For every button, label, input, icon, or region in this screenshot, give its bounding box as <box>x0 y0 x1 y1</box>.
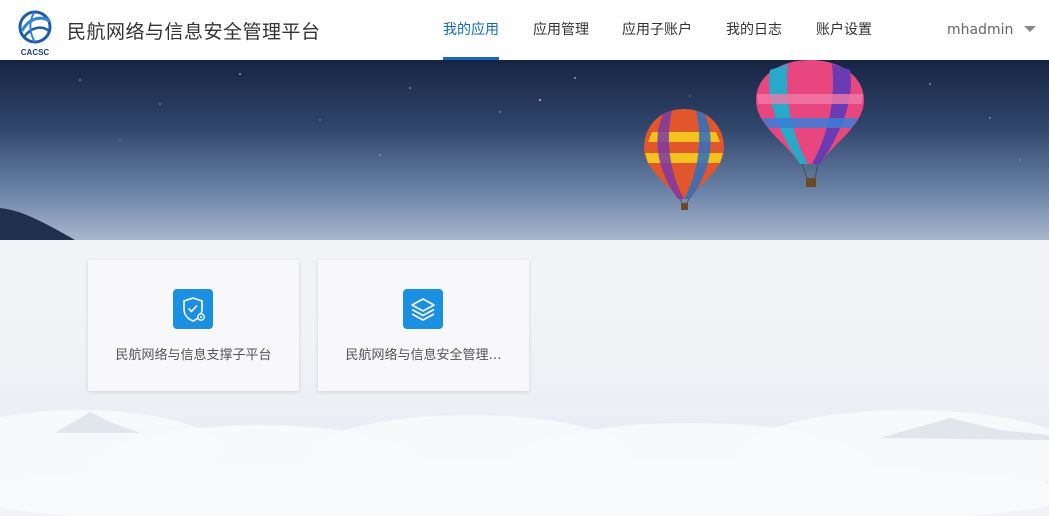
nav-app-management-label: 应用管理 <box>533 22 589 38</box>
hot-air-balloon-small <box>644 109 724 210</box>
nav-app-management[interactable]: 应用管理 <box>533 0 589 60</box>
nav-my-apps[interactable]: 我的应用 <box>443 0 499 60</box>
username: mhadmin <box>947 22 1014 38</box>
nav-app-sub-accounts-label: 应用子账户 <box>622 22 692 38</box>
nav-my-apps-label: 我的应用 <box>443 22 499 38</box>
caret-down-icon <box>1024 26 1037 32</box>
hot-air-balloon-large <box>756 60 864 187</box>
logo-emblem-icon: CACSC <box>18 10 52 57</box>
platform-title: 民航网络与信息安全管理平台 <box>67 21 321 43</box>
shield-gear-icon <box>173 289 213 329</box>
apps-area: 民航网络与信息支撑子平台 民航网络与信息安全管理… <box>0 240 1049 516</box>
app-label: 民航网络与信息支撑子平台 <box>115 348 272 363</box>
nav-account-settings[interactable]: 账户设置 <box>816 0 872 60</box>
nav-account-settings-label: 账户设置 <box>816 22 872 38</box>
layers-icon <box>403 289 443 329</box>
nav-my-logs[interactable]: 我的日志 <box>726 0 782 60</box>
user-menu[interactable]: mhadmin <box>947 0 1037 60</box>
cacsc-logo[interactable]: CACSC <box>14 9 56 57</box>
nav-app-sub-accounts[interactable]: 应用子账户 <box>622 0 692 60</box>
app-card-support-platform[interactable]: 民航网络与信息支撑子平台 <box>88 260 299 391</box>
mountain-silhouette <box>0 208 75 240</box>
app-card-security-management[interactable]: 民航网络与信息安全管理… <box>318 260 529 391</box>
hero-banner <box>0 60 1049 240</box>
nav-my-logs-label: 我的日志 <box>726 22 782 38</box>
top-header: CACSC 民航网络与信息安全管理平台 我的应用 应用管理 应用子账户 我的日志… <box>0 0 1049 60</box>
stars <box>79 73 1021 161</box>
app-label: 民航网络与信息安全管理… <box>345 348 502 363</box>
logo-text: CACSC <box>21 48 50 57</box>
banner-illustration <box>0 60 1021 240</box>
